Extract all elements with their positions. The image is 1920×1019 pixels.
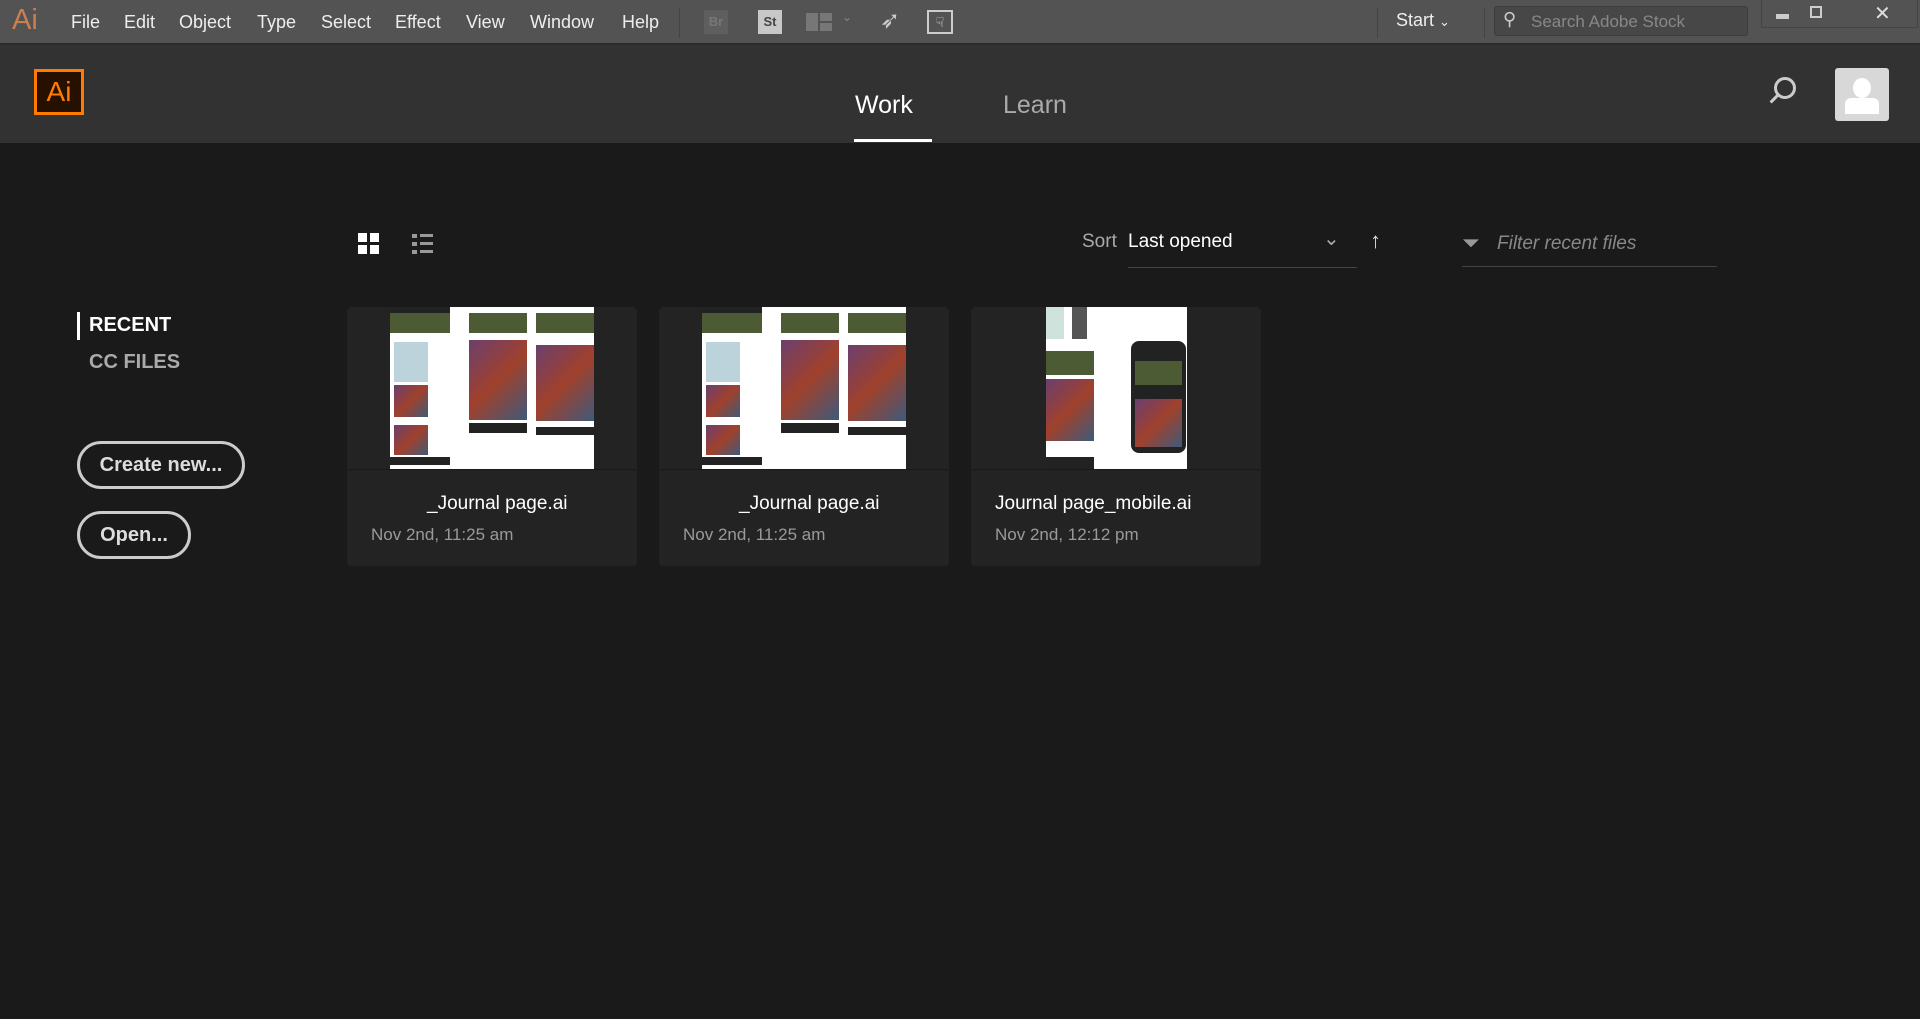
file-date: Nov 2nd, 11:25 am xyxy=(371,525,514,544)
file-date: Nov 2nd, 11:25 am xyxy=(683,525,826,544)
list-view-icon[interactable] xyxy=(412,234,434,256)
file-thumbnail xyxy=(702,307,906,469)
menu-file[interactable]: File xyxy=(71,12,100,33)
sort-direction-arrow-icon[interactable]: ↑ xyxy=(1370,228,1381,254)
file-card[interactable]: _Journal page.ai Nov 2nd, 11:25 am xyxy=(659,307,949,566)
chevron-down-icon: ⌄ xyxy=(1439,14,1450,29)
sidebar-item-cc-files[interactable]: CC FILES xyxy=(89,351,180,374)
sidebar-item-recent[interactable]: RECENT xyxy=(89,314,171,337)
divider xyxy=(1377,8,1378,38)
search-icon[interactable] xyxy=(1766,75,1800,109)
menu-select[interactable]: Select xyxy=(321,12,371,33)
grid-view-icon[interactable] xyxy=(358,233,380,255)
stock-search-input[interactable]: ⚲ Search Adobe Stock xyxy=(1494,6,1748,36)
chevron-down-icon: ⌄ xyxy=(1323,228,1340,250)
menu-type[interactable]: Type xyxy=(257,12,296,33)
menu-bar: Ai File Edit Object Type Select Effect V… xyxy=(0,0,1920,45)
tab-work[interactable]: Work xyxy=(855,91,913,120)
create-new-button[interactable]: Create new... xyxy=(77,441,245,489)
file-date: Nov 2nd, 12:12 pm xyxy=(995,525,1139,544)
chevron-down-icon[interactable]: ⌄ xyxy=(842,10,852,24)
file-name: _Journal page.ai xyxy=(427,493,568,514)
sort-dropdown[interactable]: Last opened ⌄ xyxy=(1128,226,1357,268)
active-tab-indicator xyxy=(854,139,932,142)
file-card[interactable]: _Journal page.ai Nov 2nd, 11:25 am xyxy=(347,307,637,566)
arrange-documents-icon[interactable] xyxy=(806,13,832,31)
window-controls: ✕ xyxy=(1761,0,1918,28)
sort-value: Last opened xyxy=(1128,231,1233,252)
search-icon: ⚲ xyxy=(1503,9,1517,29)
home-header: Ai Work Learn xyxy=(0,45,1920,143)
file-thumbnail xyxy=(1046,307,1187,469)
stock-search-placeholder: Search Adobe Stock xyxy=(1531,12,1686,31)
sort-label: Sort xyxy=(1082,231,1117,252)
menu-view[interactable]: View xyxy=(466,12,505,33)
restore-icon[interactable] xyxy=(1810,6,1822,18)
publish-rocket-icon[interactable]: ➶ xyxy=(880,6,900,35)
active-nav-indicator xyxy=(77,312,80,340)
app-icon: Ai xyxy=(12,4,38,36)
file-name: Journal page_mobile.ai xyxy=(995,493,1192,514)
divider xyxy=(679,8,680,38)
file-name: _Journal page.ai xyxy=(739,493,880,514)
close-icon[interactable]: ✕ xyxy=(1874,1,1891,26)
menu-window[interactable]: Window xyxy=(530,12,594,33)
stock-icon[interactable]: St xyxy=(758,10,782,34)
tab-learn[interactable]: Learn xyxy=(1003,91,1067,120)
illustrator-logo: Ai xyxy=(34,69,84,115)
filter-input[interactable]: ⏷ Filter recent files xyxy=(1462,226,1717,267)
file-thumbnail xyxy=(390,307,594,469)
menu-help[interactable]: Help xyxy=(622,12,659,33)
divider xyxy=(1484,8,1485,38)
filter-placeholder: Filter recent files xyxy=(1497,233,1637,254)
user-avatar[interactable] xyxy=(1835,68,1889,121)
bridge-icon[interactable]: Br xyxy=(704,10,728,34)
workspace-label: Start xyxy=(1396,10,1435,30)
open-button[interactable]: Open... xyxy=(77,511,191,559)
minimize-icon[interactable] xyxy=(1776,14,1789,19)
touch-workspace-icon[interactable]: ☟ xyxy=(927,10,953,34)
menu-edit[interactable]: Edit xyxy=(124,12,155,33)
menu-effect[interactable]: Effect xyxy=(395,12,441,33)
menu-object[interactable]: Object xyxy=(179,12,231,33)
file-card[interactable]: Journal page_mobile.ai Nov 2nd, 12:12 pm xyxy=(971,307,1261,566)
filter-icon: ⏷ xyxy=(1462,230,1480,255)
workspace-switcher[interactable]: Start ⌄ xyxy=(1396,10,1450,31)
